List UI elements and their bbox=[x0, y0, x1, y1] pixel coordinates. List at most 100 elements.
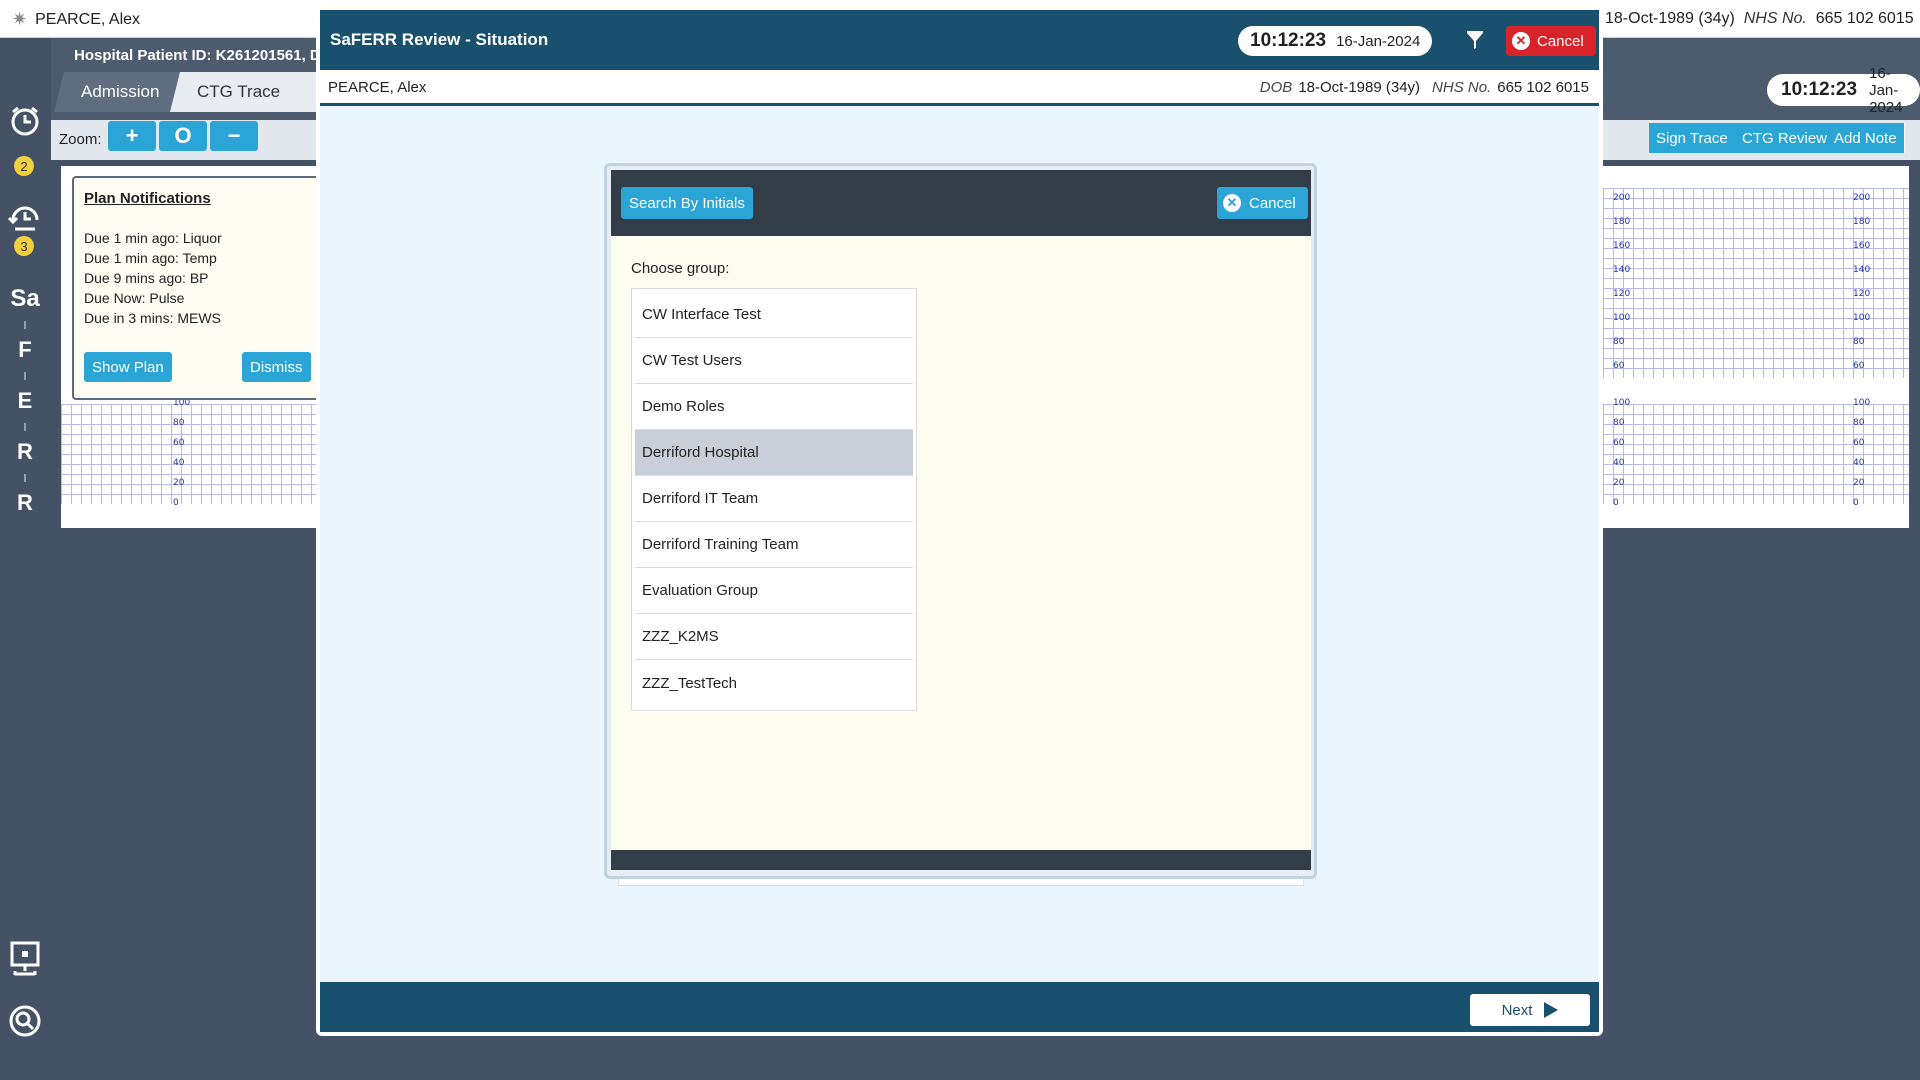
axis-tick-label: 200 bbox=[1613, 193, 1631, 203]
next-label: Next bbox=[1501, 1001, 1533, 1019]
axis-tick-label: 100 bbox=[1853, 398, 1871, 408]
nhs-number: 665 102 6015 bbox=[1815, 10, 1914, 27]
left-rail: 2 3 Sa F E R R bbox=[0, 38, 51, 1080]
group-list-item[interactable]: Derriford Training Team bbox=[635, 522, 913, 568]
axis-tick-label: 80 bbox=[1853, 418, 1865, 428]
alarm-clock-icon[interactable] bbox=[4, 100, 46, 142]
toco-grid-left bbox=[61, 404, 321, 504]
choose-group-prompt: Choose group: bbox=[631, 260, 730, 277]
axis-tick-label: 60 bbox=[1613, 361, 1625, 371]
dialog-clock-date: 16-Jan-2024 bbox=[1336, 32, 1421, 50]
group-chooser-panel: Search By Initials ✕ Cancel Choose group… bbox=[611, 170, 1311, 870]
zoom-label: Zoom: bbox=[59, 131, 102, 148]
history-clock-icon[interactable] bbox=[4, 196, 46, 238]
axis-tick-label: 80 bbox=[1613, 418, 1625, 428]
dialog-cancel-button[interactable]: ✕ Cancel bbox=[1506, 26, 1596, 56]
axis-tick-label: 160 bbox=[1613, 241, 1631, 251]
group-list-item[interactable]: Demo Roles bbox=[635, 384, 913, 430]
next-button[interactable]: Next bbox=[1470, 994, 1590, 1026]
rail-connector bbox=[24, 474, 26, 482]
axis-tick-label: 60 bbox=[1613, 438, 1625, 448]
patient-dob: 18-Oct-1989 (34y) bbox=[1605, 10, 1735, 27]
axis-tick-label: 60 bbox=[173, 438, 185, 448]
axis-tick-label: 40 bbox=[1853, 458, 1865, 468]
plan-list: Due 1 min ago: Liquor Due 1 min ago: Tem… bbox=[84, 228, 222, 328]
axis-tick-label: 100 bbox=[1853, 313, 1871, 323]
group-list-item[interactable]: CW Interface Test bbox=[635, 292, 913, 338]
zoom-in-button[interactable]: + bbox=[108, 121, 156, 151]
clock-time: 10:12:23 bbox=[1781, 79, 1858, 100]
patient-name: PEARCE, Alex bbox=[35, 10, 141, 28]
dismiss-button[interactable]: Dismiss bbox=[242, 352, 311, 382]
nhs-label: NHS No. bbox=[1743, 10, 1807, 27]
axis-tick-label: 80 bbox=[1853, 337, 1865, 347]
zoom-reset-button[interactable]: O bbox=[159, 121, 207, 151]
axis-tick-label: 40 bbox=[173, 458, 185, 468]
monitor-icon[interactable] bbox=[4, 938, 46, 980]
axis-tick-label: 60 bbox=[1853, 361, 1865, 371]
rail-connector bbox=[24, 423, 26, 431]
filter-icon[interactable] bbox=[1464, 30, 1486, 52]
group-list-item[interactable]: Derriford IT Team bbox=[635, 476, 913, 522]
axis-tick-label: 180 bbox=[1613, 217, 1631, 227]
hospital-patient-id: Hospital Patient ID: K261201561, De bbox=[74, 47, 330, 64]
group-list-item[interactable]: ZZZ_K2MS bbox=[635, 614, 913, 660]
axis-tick-label: 120 bbox=[1853, 289, 1871, 299]
rail-e[interactable]: E bbox=[4, 380, 46, 422]
dialog-title: SaFERR Review - Situation bbox=[330, 30, 549, 49]
close-circle-icon: ✕ bbox=[1512, 32, 1530, 50]
plan-item: Due 9 mins ago: BP bbox=[84, 270, 209, 286]
tab-ctg-label: CTG Trace bbox=[197, 82, 281, 101]
axis-tick-label: 160 bbox=[1853, 241, 1871, 251]
axis-tick-label: 0 bbox=[1613, 498, 1619, 508]
dialog-clock-time: 10:12:23 bbox=[1250, 30, 1327, 51]
axis-tick-label: 40 bbox=[1613, 458, 1625, 468]
group-list-item[interactable]: CW Test Users bbox=[635, 338, 913, 384]
rail-r1[interactable]: R bbox=[4, 431, 46, 473]
clock-date: 16-Jan-2024 bbox=[1869, 64, 1903, 116]
group-chooser-footer bbox=[611, 850, 1311, 870]
dialog-patient-name: PEARCE, Alex bbox=[328, 79, 427, 96]
rail-connector bbox=[24, 372, 26, 380]
plan-title: Plan Notifications bbox=[84, 190, 211, 207]
rail-sa[interactable]: Sa bbox=[4, 278, 46, 320]
play-icon bbox=[1544, 1002, 1559, 1018]
show-plan-button[interactable]: Show Plan bbox=[84, 352, 172, 382]
tab-ctg-trace[interactable]: CTG Trace bbox=[170, 72, 330, 112]
ctg-review-button[interactable]: CTG Review bbox=[1735, 123, 1836, 153]
search-icon[interactable] bbox=[4, 1000, 46, 1042]
dialog-patient-bar: PEARCE, Alex DOB 18-Oct-1989 (34y) NHS No.… bbox=[320, 70, 1599, 106]
chooser-cancel-label: Cancel bbox=[1249, 194, 1296, 212]
group-list-item[interactable]: Derriford Hospital bbox=[635, 430, 913, 476]
add-note-button[interactable]: Add Note bbox=[1827, 123, 1905, 153]
axis-tick-label: 100 bbox=[1613, 313, 1631, 323]
plan-item: Due 1 min ago: Temp bbox=[84, 250, 217, 266]
rail-r2[interactable]: R bbox=[4, 482, 46, 524]
history-badge: 3 bbox=[14, 236, 34, 256]
axis-tick-label: 0 bbox=[1853, 498, 1859, 508]
alarm-badge: 2 bbox=[14, 156, 34, 176]
group-list: CW Interface Test CW Test Users Demo Roles… bbox=[631, 288, 917, 711]
rail-f[interactable]: F bbox=[4, 329, 46, 371]
tab-admission[interactable]: Admission bbox=[54, 72, 187, 112]
group-chooser-dialog: Search By Initials ✕ Cancel Choose group… bbox=[604, 163, 1317, 879]
group-list-item[interactable]: Evaluation Group bbox=[635, 568, 913, 614]
axis-tick-label: 80 bbox=[173, 418, 185, 428]
axis-tick-label: 20 bbox=[1853, 478, 1865, 488]
star-icon: ✷ bbox=[12, 9, 28, 29]
plan-item: Due 1 min ago: Liquor bbox=[84, 230, 222, 246]
group-list-item[interactable]: ZZZ_TestTech bbox=[635, 660, 913, 706]
chooser-cancel-button[interactable]: ✕ Cancel bbox=[1217, 187, 1308, 219]
dialog-header: SaFERR Review - Situation 10:12:23 16-Ja… bbox=[320, 10, 1599, 70]
sign-trace-button[interactable]: Sign Trace bbox=[1649, 123, 1736, 153]
zoom-out-button[interactable]: − bbox=[210, 121, 258, 151]
axis-tick-label: 0 bbox=[173, 498, 179, 508]
plan-item: Due in 3 mins: MEWS bbox=[84, 310, 221, 326]
header-clock: 10:12:23 16-Jan-2024 bbox=[1767, 65, 1920, 116]
search-by-initials-button[interactable]: Search By Initials bbox=[621, 187, 753, 219]
dialog-cancel-label: Cancel bbox=[1537, 32, 1584, 50]
dob-label: DOB bbox=[1259, 79, 1293, 96]
dialog-patient-demographics: DOB 18-Oct-1989 (34y) NHS No. 665 102 6015 bbox=[1260, 79, 1589, 96]
axis-tick-label: 180 bbox=[1853, 217, 1871, 227]
axis-tick-label: 140 bbox=[1613, 265, 1631, 275]
